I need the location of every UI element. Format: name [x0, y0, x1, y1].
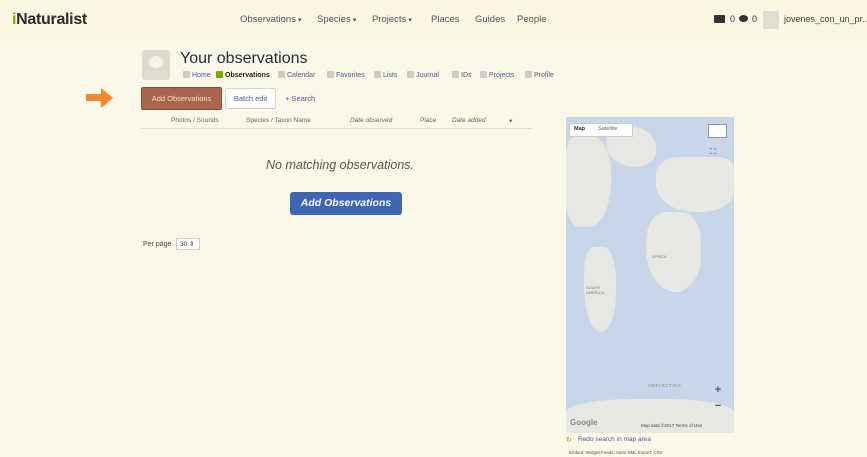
pointer-arrow-icon: [86, 94, 102, 101]
nav-people[interactable]: People: [517, 14, 547, 25]
europe-shape: [656, 157, 734, 212]
zoom-in-button[interactable]: +: [712, 384, 724, 396]
nav-places[interactable]: Places: [431, 14, 460, 25]
south-america-label: SOUTH AMERICA: [586, 285, 605, 295]
star-icon: [327, 71, 334, 78]
chevron-down-icon: ▾: [352, 17, 357, 24]
zoom-out-button[interactable]: −: [712, 400, 724, 412]
map-attribution[interactable]: Map data ©2017 Terms of Use: [641, 423, 702, 428]
nav-guides[interactable]: Guides: [475, 14, 505, 25]
column-date-observed[interactable]: Date observed: [350, 117, 392, 124]
notifications-icon[interactable]: [739, 15, 748, 22]
google-logo: Google: [570, 418, 598, 427]
column-photos-sounds[interactable]: Photos / Sounds: [171, 117, 219, 124]
sort-indicator-icon[interactable]: ▾: [509, 117, 512, 125]
person-icon: [525, 71, 532, 78]
subnav-favorites[interactable]: Favorites: [327, 71, 365, 79]
nav-species[interactable]: Species ▾: [317, 14, 356, 25]
subnav-projects[interactable]: Projects: [480, 71, 514, 79]
africa-shape: [646, 212, 701, 292]
subnav-journal[interactable]: Journal: [407, 71, 439, 79]
nav-observations[interactable]: Observations ▾: [240, 14, 302, 25]
pointer-arrow-head-icon: [101, 88, 113, 108]
search-link[interactable]: + Search: [285, 94, 315, 103]
subnav-lists[interactable]: Lists: [374, 71, 397, 79]
empty-state-message: No matching observations.: [266, 158, 414, 172]
refresh-icon: ↻: [566, 437, 572, 444]
messages-count: 0: [730, 14, 736, 24]
subnav-observations[interactable]: Observations: [216, 71, 270, 79]
fullscreen-icon[interactable]: ⛶: [710, 147, 716, 157]
binoculars-icon: [216, 71, 223, 78]
home-icon: [183, 71, 190, 78]
per-page-label: Per page: [143, 241, 172, 248]
chevron-down-icon: ▾: [297, 17, 302, 24]
subnav-profile[interactable]: Profile: [525, 71, 554, 79]
column-species-taxon[interactable]: Species / Taxon Name: [246, 117, 311, 124]
embed-feeds-export-links[interactable]: Embed: Widget Feeds: Atom KML Export: CS…: [569, 450, 663, 455]
per-page-select[interactable]: 30 ⇕: [176, 238, 200, 250]
messages-icon[interactable]: [714, 15, 725, 23]
user-avatar[interactable]: [763, 11, 779, 29]
africa-label: AFRICA: [652, 254, 667, 259]
list-icon: [374, 71, 381, 78]
map-tab[interactable]: Map: [574, 126, 585, 132]
batch-edit-button[interactable]: Batch edit: [225, 88, 276, 109]
notifications-count: 0: [752, 14, 758, 24]
column-place[interactable]: Place: [420, 117, 436, 124]
id-icon: [452, 71, 459, 78]
page-title: Your observations: [180, 50, 308, 67]
chevron-down-icon: ▾: [408, 17, 412, 24]
satellite-tab[interactable]: Satellite: [598, 126, 618, 132]
subnav-calendar[interactable]: Calendar: [278, 71, 315, 79]
layers-icon[interactable]: [708, 124, 727, 138]
redo-search-link[interactable]: Redo search in map area: [578, 436, 651, 443]
projects-icon: [480, 71, 487, 78]
add-observations-primary-button[interactable]: Add Observations: [290, 192, 402, 215]
add-observations-button[interactable]: Add Observations: [141, 87, 222, 110]
subnav-home[interactable]: Home: [183, 71, 211, 79]
nav-projects[interactable]: Projects ▾: [372, 14, 412, 25]
table-header-divider: [141, 128, 532, 129]
inaturalist-logo[interactable]: iNaturalist: [12, 11, 87, 29]
subnav-ids[interactable]: IDs: [452, 71, 472, 79]
calendar-icon: [278, 71, 285, 78]
journal-icon: [407, 71, 414, 78]
username-menu[interactable]: jovenes_con_un_pr...: [784, 14, 867, 24]
north-america-shape: [566, 137, 611, 227]
column-date-added[interactable]: Date added: [452, 117, 486, 124]
antarctica-label: ANTARCTICA: [648, 383, 682, 388]
profile-avatar: [142, 50, 170, 80]
